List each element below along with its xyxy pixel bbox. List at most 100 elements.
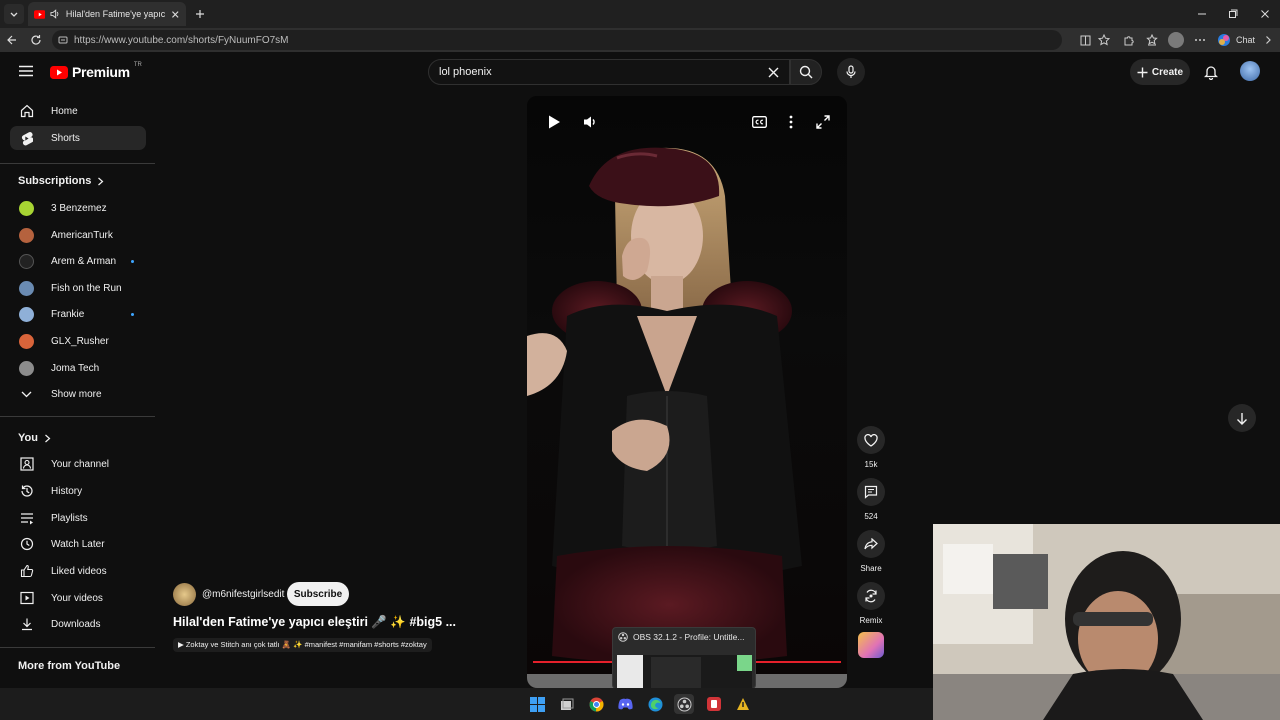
sound-thumbnail[interactable] (858, 632, 884, 658)
split-screen-button[interactable] (1077, 32, 1093, 48)
taskbar-obs[interactable] (674, 694, 694, 714)
restore-icon (1229, 9, 1238, 18)
mute-button[interactable] (579, 111, 601, 133)
channel-name: Fish on the Run (51, 282, 122, 294)
subscription-item[interactable]: Arem & Arman (10, 249, 146, 273)
obs-taskbar-preview[interactable]: OBS 32.1.2 - Profile: Untitle... (612, 627, 756, 689)
taskbar-discord[interactable] (615, 694, 635, 714)
taskbar-chrome[interactable] (586, 694, 606, 714)
taskbar-yellow-app[interactable] (733, 694, 753, 714)
more-from-title: More from YouTube (18, 660, 121, 672)
subscription-item[interactable]: 3 Benzemez (10, 196, 146, 220)
reload-button[interactable] (28, 32, 44, 48)
minimize-icon (1198, 13, 1206, 15)
more-menu-button[interactable] (1192, 32, 1208, 48)
youtube-premium-logo[interactable]: Premium TR (50, 62, 142, 82)
like-button[interactable] (857, 426, 885, 454)
subscription-item[interactable]: Fish on the Run (10, 276, 146, 300)
sidebar-toggle-button[interactable] (1260, 32, 1276, 48)
collections-button[interactable] (1144, 32, 1160, 48)
subscription-item[interactable]: GLX_Rusher (10, 329, 146, 353)
channel-avatar (19, 280, 34, 296)
remix-icon (865, 589, 877, 603)
sidebar-item-downloads[interactable]: Downloads (10, 612, 146, 636)
channel-avatar (19, 333, 34, 349)
remix-button[interactable] (857, 582, 885, 610)
like-count: 15k (864, 460, 878, 469)
chevron-down-icon (19, 387, 34, 402)
channel-handle[interactable]: @m6nifestgirlsedit (202, 589, 284, 600)
yellow-app-icon (737, 697, 749, 710)
account-avatar[interactable] (1240, 61, 1260, 81)
sidebar-item-home[interactable]: Home (10, 99, 146, 123)
new-tab-button[interactable] (191, 5, 209, 23)
search-button[interactable] (790, 59, 822, 85)
search-input[interactable]: lol phoenix (428, 59, 790, 85)
sidebar-item-your-videos[interactable]: Your videos (10, 586, 146, 610)
shorts-player[interactable] (527, 96, 847, 688)
play-button[interactable] (543, 111, 565, 133)
next-short-button[interactable] (1228, 404, 1256, 432)
subscriptions-header[interactable]: Subscriptions (18, 175, 104, 187)
subscription-item[interactable]: AmericanTurk (10, 223, 146, 247)
copilot-chat-button[interactable]: Chat (1217, 32, 1255, 48)
clear-search-button[interactable] (765, 64, 781, 80)
sidebar-item-label: Your channel (51, 458, 110, 470)
channel-name: GLX_Rusher (51, 335, 109, 347)
short-title[interactable]: Hilal'den Fatime'ye yapıcı eleştiri 🎤 ✨ … (173, 615, 456, 630)
sidebar-item-playlists[interactable]: Playlists (10, 506, 146, 530)
puzzle-icon (1124, 36, 1134, 46)
address-bar[interactable]: https://www.youtube.com/shorts/FyNuumFO7… (52, 30, 1062, 50)
profile-avatar[interactable] (1168, 32, 1184, 48)
sidebar-item-liked-videos[interactable]: Liked videos (10, 559, 146, 583)
split-screen-icon (1080, 35, 1090, 45)
create-button[interactable]: Create (1130, 59, 1190, 85)
tab-list-dropdown[interactable] (4, 4, 24, 24)
video-frame[interactable] (527, 96, 847, 688)
subscribe-button[interactable]: Subscribe (287, 582, 349, 606)
voice-search-button[interactable] (837, 58, 865, 86)
windows-logo-icon (529, 696, 545, 712)
comments-button[interactable] (857, 478, 885, 506)
close-window-button[interactable] (1257, 6, 1273, 22)
back-button[interactable] (4, 32, 20, 48)
captions-button[interactable] (748, 111, 770, 133)
sidebar-item-watch-later[interactable]: Watch Later (10, 532, 146, 556)
start-button[interactable] (527, 694, 547, 714)
subscription-item[interactable]: Joma Tech (10, 356, 146, 380)
sidebar-item-label: Your videos (51, 592, 103, 604)
more-options-button[interactable] (780, 111, 802, 133)
microphone-icon (846, 65, 856, 78)
volume-icon (584, 116, 595, 128)
guide-menu-button[interactable] (16, 61, 36, 81)
restore-button[interactable] (1225, 6, 1241, 22)
you-header[interactable]: You (18, 432, 51, 444)
taskbar-red-app[interactable] (704, 694, 724, 714)
task-view-button[interactable] (557, 694, 577, 714)
channel-name: Joma Tech (51, 362, 100, 374)
share-button[interactable] (857, 530, 885, 558)
favorite-button[interactable] (1096, 32, 1112, 48)
taskbar-edge[interactable] (645, 694, 665, 714)
channel-avatar[interactable] (173, 583, 196, 606)
sidebar-item-shorts[interactable]: Shorts (10, 126, 146, 150)
channel-name: AmericanTurk (51, 229, 113, 241)
chevron-right-icon (45, 434, 51, 442)
extensions-button[interactable] (1121, 32, 1137, 48)
webcam-feed-illustration (933, 524, 1280, 720)
play-icon (549, 115, 560, 129)
subscription-item[interactable]: Frankie (10, 302, 146, 326)
history-icon (19, 484, 34, 499)
sidebar-item-your-channel[interactable]: Your channel (10, 452, 146, 476)
sidebar-item-history[interactable]: History (10, 479, 146, 503)
close-tab-icon[interactable] (171, 10, 180, 19)
channel-avatar (19, 306, 34, 322)
fullscreen-button[interactable] (812, 111, 834, 133)
minimize-button[interactable] (1194, 6, 1210, 22)
short-description-chip[interactable]: ▶ Zoktay ve Stitch anı çok tatlı 🧸 ✨ #ma… (173, 638, 432, 652)
share-label: Share (860, 564, 882, 573)
show-more-button[interactable]: Show more (10, 382, 146, 406)
notifications-button[interactable] (1202, 62, 1220, 82)
shorts-icon (19, 131, 34, 146)
browser-tab[interactable]: Hilal'den Fatime'ye yapıcı eleştiri (28, 2, 186, 26)
